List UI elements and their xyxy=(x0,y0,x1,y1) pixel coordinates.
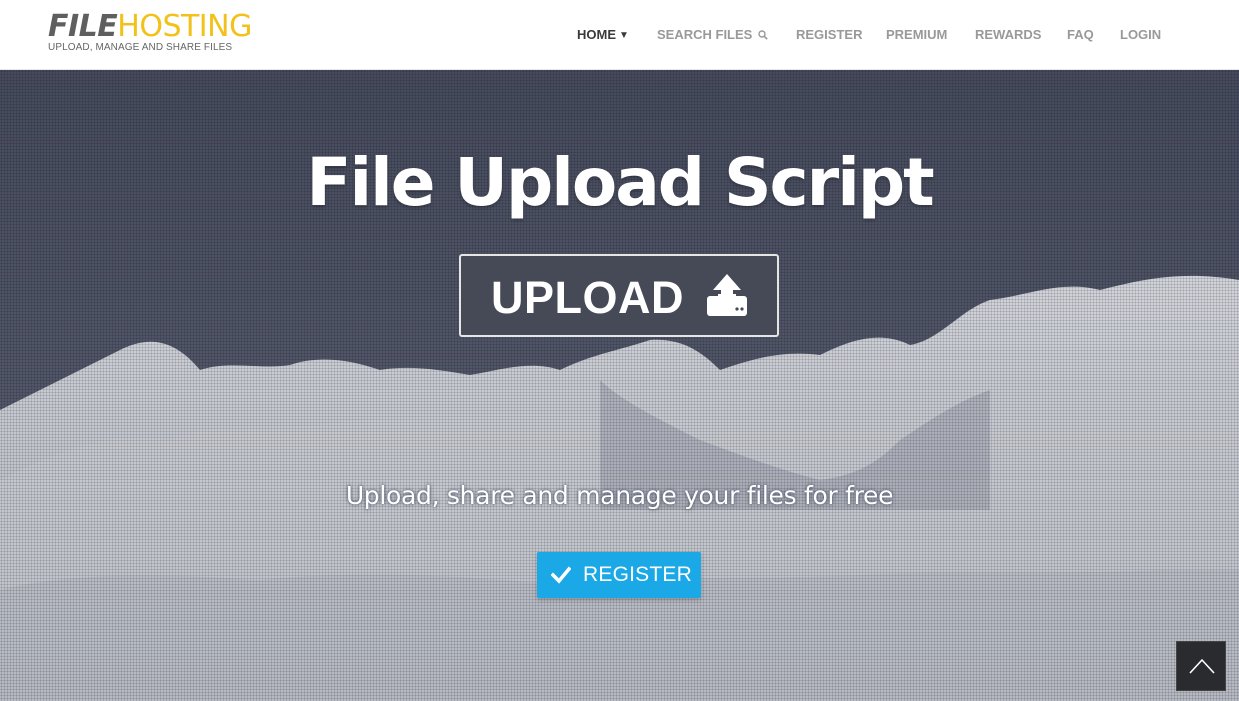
upload-button-label: UPLOAD xyxy=(491,272,684,323)
register-button-label: REGISTER xyxy=(583,563,692,586)
nav-item-label: HOME xyxy=(577,27,616,42)
nav-item-login[interactable]: LOGIN xyxy=(1120,27,1161,42)
nav-item-premium[interactable]: PREMIUM xyxy=(886,27,947,42)
hero-tagline: Upload, share and manage your files for … xyxy=(345,481,894,510)
register-button[interactable]: REGISTER xyxy=(537,552,701,598)
search-icon xyxy=(758,28,768,43)
nav-item-label: SEARCH FILES xyxy=(657,27,753,42)
nav-item-register[interactable]: REGISTER xyxy=(796,27,862,42)
hero-section: File Upload Script UPLOAD Upload, share … xyxy=(0,70,1239,701)
nav-item-rewards[interactable]: REWARDS xyxy=(975,27,1041,42)
upload-button[interactable]: UPLOAD xyxy=(459,254,779,337)
scroll-to-top-button[interactable] xyxy=(1176,641,1226,691)
hero-title: File Upload Script xyxy=(306,144,934,221)
nav-item-search-files[interactable]: SEARCH FILES xyxy=(657,27,768,43)
nav-item-home[interactable]: HOME ▼ xyxy=(577,27,629,42)
site-header: FILEHOSTING UPLOAD, MANAGE AND SHARE FIL… xyxy=(0,0,1239,70)
caret-down-icon: ▼ xyxy=(619,30,629,41)
main-nav: HOME ▼ SEARCH FILES REGISTER PREMIUM REWA… xyxy=(0,0,1239,70)
check-icon xyxy=(550,565,572,585)
nav-item-faq[interactable]: FAQ xyxy=(1067,27,1094,42)
upload-icon xyxy=(703,272,751,320)
